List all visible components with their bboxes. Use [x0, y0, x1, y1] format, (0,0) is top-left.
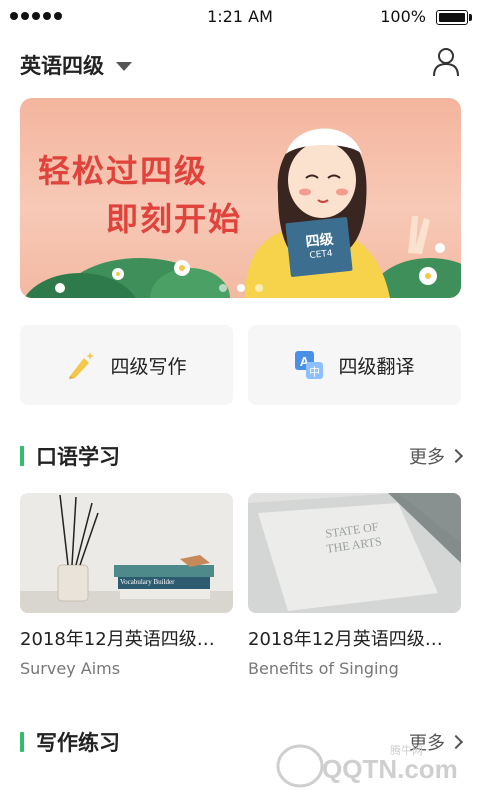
writing-section-title: 写作练习	[36, 731, 120, 755]
carousel-dot[interactable]	[254, 284, 263, 292]
svg-text:中: 中	[309, 366, 320, 379]
user-icon[interactable]	[430, 46, 462, 78]
speaking-card-1-subtitle: Survey Aims	[20, 659, 121, 678]
section-accent-bar	[20, 732, 24, 752]
speaking-section-header: 口语学习 更多	[20, 441, 464, 471]
battery-percent: 100%	[380, 7, 426, 26]
translate-icon: A 中	[294, 350, 324, 380]
banner-headline-1: 轻松过四级	[38, 152, 209, 190]
level-dropdown[interactable]: 英语四级	[20, 50, 132, 80]
caret-down-icon	[116, 61, 132, 71]
speaking-card-1[interactable]: Vocabulary Builder 2018年12月英语四级… Survey …	[20, 493, 233, 678]
writing-quick-label: 四级写作	[110, 355, 187, 378]
watermark-sub: 腾牛网	[390, 743, 423, 757]
battery-icon	[436, 10, 472, 25]
card-thumbnail: Vocabulary Builder	[20, 493, 233, 613]
watermark-brand: QQTN.com	[322, 754, 458, 784]
chevron-right-icon	[448, 448, 464, 464]
speaking-card-2-title: 2018年12月英语四级…	[248, 629, 443, 650]
pencil-sparkle-icon	[66, 350, 96, 380]
book-label: 四级 CET4	[294, 227, 347, 262]
app-header: 英语四级	[0, 40, 480, 88]
speaking-section-title: 口语学习	[36, 445, 120, 469]
watermark-logo: QQTN.com 腾牛网	[270, 738, 470, 794]
book-spine-text: Vocabulary Builder	[120, 578, 175, 586]
carousel-dot[interactable]	[218, 284, 227, 292]
more-label: 更多	[409, 447, 445, 468]
carousel-dot[interactable]	[236, 284, 245, 292]
card-thumbnail: STATE OF THE ARTS	[248, 493, 461, 613]
translation-quick-label: 四级翻译	[338, 355, 415, 378]
carousel-indicator[interactable]	[20, 284, 461, 292]
promo-banner[interactable]: 轻松过四级 即刻开始 四级 CET4	[20, 98, 461, 298]
translation-quick-button[interactable]: A 中 四级翻译	[248, 325, 461, 405]
status-bar: 1:21 AM 100%	[0, 0, 480, 34]
writing-quick-button[interactable]: 四级写作	[20, 325, 233, 405]
speaking-card-2-subtitle: Benefits of Singing	[248, 659, 399, 678]
level-label: 英语四级	[20, 54, 104, 78]
speaking-more-link[interactable]: 更多	[409, 443, 464, 469]
banner-headline-2: 即刻开始	[106, 200, 243, 238]
speaking-card-1-title: 2018年12月英语四级…	[20, 629, 215, 650]
section-accent-bar	[20, 446, 24, 466]
speaking-card-2[interactable]: STATE OF THE ARTS 2018年12月英语四级… Benefits…	[248, 493, 461, 678]
